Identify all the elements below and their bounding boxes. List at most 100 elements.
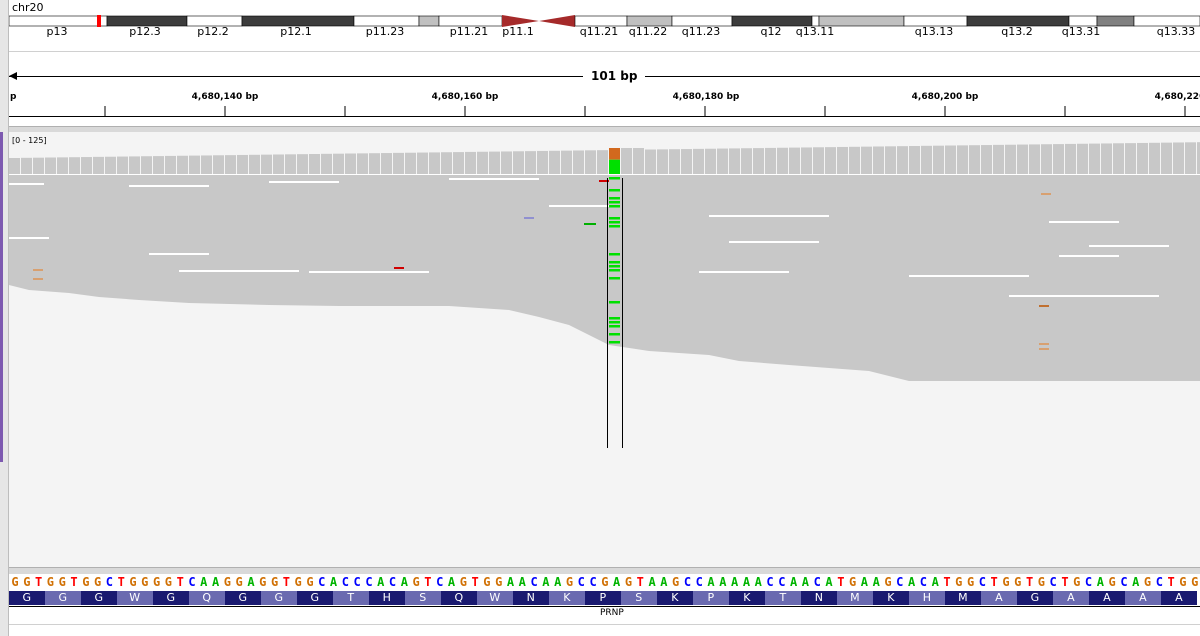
- base-c: C: [351, 575, 363, 589]
- base-g: G: [599, 575, 611, 589]
- band-label: q13.13: [915, 25, 953, 38]
- reference-sequence-track[interactable]: GGTGGTGGCTGGGGTCAAGGAGGTGGCACCCACAGTCAGT…: [9, 575, 1200, 591]
- amino-acid: H: [369, 591, 405, 605]
- base-g: G: [139, 575, 151, 589]
- amino-acid: G: [225, 591, 261, 605]
- ideogram-divider: [9, 51, 1200, 52]
- coverage-bar: [213, 155, 224, 174]
- coverage-bar: [417, 153, 428, 174]
- base-c: C: [1153, 575, 1165, 589]
- amino-acid: A: [1125, 591, 1161, 605]
- read-gap: [699, 271, 789, 273]
- coverage-bar: [753, 148, 764, 174]
- coverage-bar: [705, 149, 716, 174]
- ruler-ticks[interactable]: [9, 100, 1200, 116]
- coverage-bar: [117, 157, 128, 174]
- base-c: C: [316, 575, 328, 589]
- base-a: A: [705, 575, 717, 589]
- base-g: G: [92, 575, 104, 589]
- amino-acid: P: [585, 591, 621, 605]
- coverage-bar: [309, 154, 320, 174]
- read-gap: [1059, 255, 1119, 257]
- coverage-track[interactable]: [9, 138, 1200, 174]
- base-t: T: [280, 575, 292, 589]
- coverage-bar: [57, 157, 68, 174]
- base-c: C: [103, 575, 115, 589]
- coverage-bar: [765, 148, 776, 174]
- coverage-bar: [813, 147, 824, 174]
- coverage-bar: [9, 158, 20, 174]
- read-mismatch: [1041, 193, 1051, 195]
- coverage-bar: [477, 152, 488, 174]
- amino-acid: Q: [441, 591, 477, 605]
- band-label: q13.2: [1001, 25, 1032, 38]
- base-a: A: [823, 575, 835, 589]
- translation-track[interactable]: GGGWGQGGGTHSQWNKPSKPKTNMKHMAGAAAA: [9, 591, 1200, 605]
- base-a: A: [788, 575, 800, 589]
- base-c: C: [976, 575, 988, 589]
- band-label: q11.21: [580, 25, 618, 38]
- coverage-bar: [933, 146, 944, 174]
- read-mismatch: [394, 267, 404, 269]
- amino-acid: T: [765, 591, 801, 605]
- band-label: p12.3: [129, 25, 160, 38]
- amino-acid: G: [45, 591, 81, 605]
- bottom-divider: [9, 624, 1200, 625]
- amino-acid: M: [837, 591, 873, 605]
- coverage-bar: [69, 157, 80, 174]
- base-a: A: [210, 575, 222, 589]
- track-selection-marker: [0, 132, 3, 462]
- coverage-bar: [993, 145, 1004, 174]
- read-mismatch: [1039, 348, 1049, 350]
- amino-acid: K: [657, 591, 693, 605]
- base-g: G: [127, 575, 139, 589]
- base-c: C: [917, 575, 929, 589]
- coverage-bar: [669, 149, 680, 174]
- base-g: G: [44, 575, 56, 589]
- base-t: T: [835, 575, 847, 589]
- left-track-strip: [0, 0, 9, 636]
- base-t: T: [1024, 575, 1036, 589]
- base-a: A: [1094, 575, 1106, 589]
- read-mismatch: [584, 223, 596, 225]
- base-a: A: [445, 575, 457, 589]
- coverage-bar: [681, 149, 692, 174]
- base-c: C: [1083, 575, 1095, 589]
- base-a: A: [398, 575, 410, 589]
- coverage-bar: [1113, 143, 1124, 174]
- coverage-bar: [393, 153, 404, 174]
- base-g: G: [847, 575, 859, 589]
- coverage-bar: [1005, 145, 1016, 174]
- coverage-bar: [273, 154, 284, 174]
- band-label: q11.23: [682, 25, 720, 38]
- base-a: A: [870, 575, 882, 589]
- read-gap: [179, 270, 299, 272]
- coverage-bar: [801, 147, 812, 174]
- base-g: G: [1106, 575, 1118, 589]
- coverage-bar: [1137, 143, 1148, 174]
- base-g: G: [1177, 575, 1189, 589]
- band-label: p12.1: [280, 25, 311, 38]
- alignment-track[interactable]: [9, 175, 1200, 455]
- base-a: A: [328, 575, 340, 589]
- base-g: G: [233, 575, 245, 589]
- coverage-bar: [489, 152, 500, 174]
- base-a: A: [906, 575, 918, 589]
- amino-acid: N: [801, 591, 837, 605]
- gene-feature[interactable]: [9, 606, 1200, 607]
- read-gap: [309, 271, 429, 273]
- amino-acid: M: [945, 591, 981, 605]
- coverage-bar: [717, 149, 728, 174]
- amino-acid: A: [1053, 591, 1089, 605]
- base-c: C: [186, 575, 198, 589]
- coverage-bar: [909, 146, 920, 174]
- base-c: C: [575, 575, 587, 589]
- amino-acid: K: [549, 591, 585, 605]
- base-a: A: [552, 575, 564, 589]
- coverage-bar: [573, 150, 584, 174]
- coverage-bar: [81, 157, 92, 174]
- coverage-bar: [729, 148, 740, 174]
- base-c: C: [894, 575, 906, 589]
- base-g: G: [257, 575, 269, 589]
- coverage-bar: [105, 157, 116, 174]
